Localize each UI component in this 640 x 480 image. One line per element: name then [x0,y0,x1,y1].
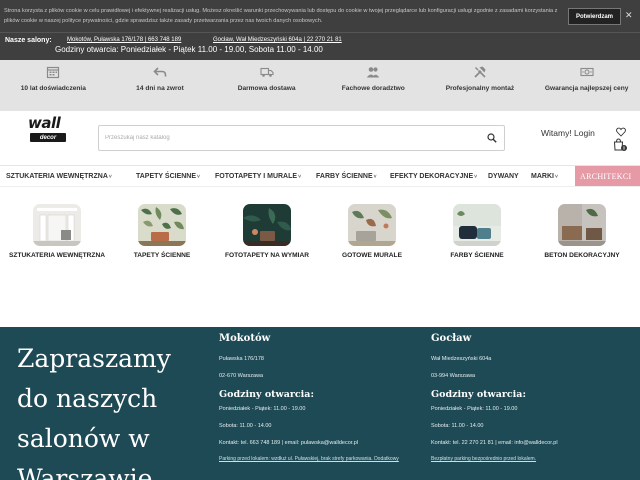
category-label: GOTOWE MURALE [342,252,402,259]
site-header: wall decor Witamy! Login 0 [0,111,640,166]
footer-goclaw-city: 03-994 Warszawa [431,373,476,379]
nav-item-architekci[interactable]: ARCHITEKCI [575,166,640,186]
chevron-down-icon: ˅ [197,173,200,180]
cookie-close-icon[interactable]: ✕ [625,10,633,21]
benefit-price: Gwarancja najlepszej ceny [533,60,640,111]
footer-goclaw-street: Wał Miedzeszyński 604a [431,356,492,362]
footer-goclaw-title: Gocław [431,333,472,344]
nav-item-farby[interactable]: FARBY ŚCIENNE ˅ [316,166,377,187]
benefit-label: Darmowa dostawa [237,85,296,92]
footer-goclaw-weekdays: Poniedziałek - Piątek: 11.00 - 19.00 [431,406,518,412]
benefit-label: Profesjonalny montaż [445,85,515,92]
benefit-label: Fachowe doradztwo [341,85,405,92]
category-image [138,204,186,246]
search-input[interactable] [99,126,479,150]
nav-label: DYWANY [488,173,519,180]
category-label: TAPETY ŚCIENNE [133,252,191,259]
category-fototapety[interactable]: FOTOTAPETY NA WYMIAR [217,204,317,260]
benefits-bar: 10 lat doświadczenia 14 dni na zwrot Dar… [0,60,640,111]
heart-icon[interactable] [616,127,626,137]
return-arrow-icon [153,67,167,77]
footer-mokotow-weekdays: Poniedziałek - Piątek: 11.00 - 19.00 [219,406,306,412]
logo-wall-text: wall [28,114,61,132]
footer-goclaw-note[interactable]: Bezpłatny parking bezpośrednio przed lok… [431,456,631,462]
category-image [348,204,396,246]
nav-label: EFEKTY DEKORACYJNE [390,173,474,180]
category-image [453,204,501,246]
nav-label: MARKI [531,173,554,180]
benefit-delivery: Darmowa dostawa [213,60,320,111]
category-label: FOTOTAPETY NA WYMIAR [224,252,309,259]
category-image [33,204,81,246]
search-box [98,125,505,151]
logo[interactable]: wall decor [28,114,68,143]
tools-icon [474,66,486,78]
cookie-accept-button[interactable]: Potwierdzam [568,8,621,25]
login-link[interactable]: Witamy! Login [541,128,595,138]
footer-mokotow: Mokotów Puławska 176/178 02-670 Warszawa… [219,333,419,462]
salons-hours: Godziny otwarcia: Poniedziałek - Piątek … [55,45,323,54]
footer-mokotow-city: 02-670 Warszawa [219,373,264,379]
category-label: FARBY ŚCIENNE [450,252,504,259]
category-tapety[interactable]: TAPETY ŚCIENNE [112,204,212,260]
nav-item-efekty[interactable]: EFEKTY DEKORACYJNE ˅ [390,166,477,187]
nav-label: FARBY ŚCIENNE [316,173,373,180]
footer-mokotow-saturday: Sobota: 11.00 - 14.00 [219,423,272,429]
calendar-icon [47,66,60,79]
nav-label: TAPETY ŚCIENNE [136,173,197,180]
category-sztukateria[interactable]: SZTUKATERIA WEWNĘTRZNA [7,204,107,260]
footer-salons: Zapraszamy do naszych salonów w Warszawi… [0,327,640,480]
salon-mokotow-link[interactable]: Mokotów, Puławska 176/178 | 663 748 189 [67,37,181,43]
cart-icon[interactable]: 0 [613,138,628,152]
nav-label: SZTUKATERIA WEWNĘTRZNA [6,173,108,180]
footer-mokotow-contact[interactable]: Kontakt: tel. 663 748 189 | email: pulaw… [219,439,419,447]
benefit-return: 14 dni na zwrot [107,60,214,111]
footer-mokotow-street: Puławska 176/178 [219,356,264,362]
benefit-installation: Profesjonalny montaż [427,60,534,111]
footer-mokotow-note[interactable]: Parking przed lokalem: wzdłuż ul. Puławs… [219,456,419,462]
salons-title: Nasze salony: [5,37,52,44]
footer-goclaw-contact[interactable]: Kontakt: tel. 22 270 21 81 | email: info… [431,439,631,447]
nav-item-fototapety[interactable]: FOTOTAPETY I MURALE ˅ [215,166,301,187]
people-icon [367,67,380,78]
nav-item-dywany[interactable]: DYWANY [488,166,519,187]
category-beton[interactable]: BETON DEKORACYJNY [532,204,632,260]
logo-decor-text: decor [30,133,66,142]
category-murale[interactable]: GOTOWE MURALE [322,204,422,260]
truck-icon [260,67,274,77]
benefit-experience: 10 lat doświadczenia [0,60,107,111]
category-label: BETON DEKORACYJNY [544,252,620,259]
footer-mokotow-hours-title: Godziny otwarcia: [219,389,314,400]
category-label: SZTUKATERIA WEWNĘTRZNA [9,252,105,259]
benefit-label: 10 lat doświadczenia [20,85,86,92]
search-icon[interactable] [487,133,497,143]
footer-headline: Zapraszamy do naszych salonów w Warszawi… [17,344,171,480]
salons-bar: Nasze salony: Mokotów, Puławska 176/178 … [0,32,640,60]
main-nav: SZTUKATERIA WEWNĘTRZNA ˅ TAPETY ŚCIENNE ˅ … [0,166,640,187]
footer-goclaw-hours-title: Godziny otwarcia: [431,389,526,400]
cookie-text: Strona korzysta z plików cookie w celu p… [4,8,558,24]
footer-goclaw: Gocław Wał Miedzeszyński 604a 03-994 War… [431,333,631,462]
category-image [243,204,291,246]
chevron-down-icon: ˅ [373,173,377,180]
nav-item-tapety[interactable]: TAPETY ŚCIENNE ˅ [136,166,200,187]
chevron-down-icon: ˅ [554,173,558,180]
cookie-bar: Strona korzysta z plików cookie w celu p… [0,0,640,32]
benefit-label: 14 dni na zwrot [136,85,184,92]
nav-item-marki[interactable]: MARKI ˅ [531,166,558,187]
footer-goclaw-saturday: Sobota: 11.00 - 14.00 [431,423,484,429]
money-icon [580,67,594,77]
salon-goclaw-link[interactable]: Gocław, Wał Miedzeszyński 604a | 22 270 … [213,37,342,43]
chevron-down-icon: ˅ [108,173,112,180]
benefit-label: Gwarancja najlepszej ceny [544,85,629,92]
chevron-down-icon: ˅ [298,173,301,180]
category-image [558,204,606,246]
category-farby[interactable]: FARBY ŚCIENNE [427,204,527,260]
benefit-advice: Fachowe doradztwo [320,60,427,111]
nav-item-sztukateria[interactable]: SZTUKATERIA WEWNĘTRZNA ˅ [6,166,112,187]
chevron-down-icon: ˅ [474,173,478,180]
footer-mokotow-title: Mokotów [219,333,271,344]
nav-label: FOTOTAPETY I MURALE [215,173,298,180]
